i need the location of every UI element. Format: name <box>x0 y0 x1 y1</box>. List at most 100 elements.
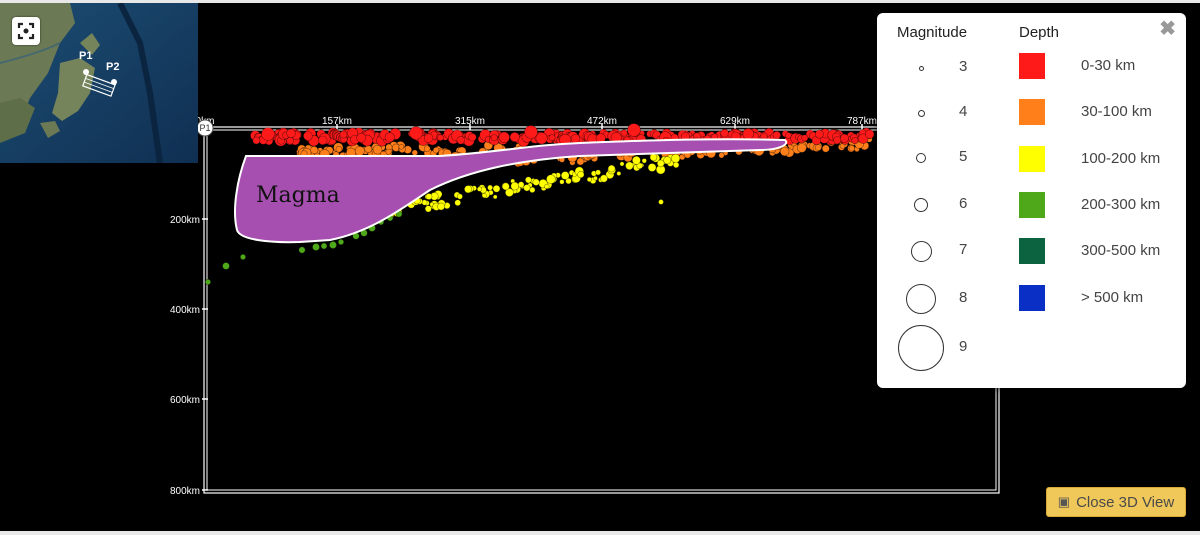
earthquake-point <box>524 125 538 139</box>
earthquake-point <box>240 254 247 261</box>
earthquake-point <box>560 171 570 180</box>
earthquake-point <box>720 128 730 138</box>
earthquake-point <box>523 184 531 192</box>
magnitude-circle <box>914 198 928 212</box>
p2-map-pin[interactable] <box>111 79 117 85</box>
overview-minimap[interactable]: P1 P2 <box>0 3 198 163</box>
earthquake-point <box>586 176 593 183</box>
earthquake-point <box>409 126 423 140</box>
earthquake-point <box>398 144 405 150</box>
earthquake-point <box>312 243 320 251</box>
earthquake-point <box>620 129 628 137</box>
earthquake-point <box>599 174 608 183</box>
magnitude-label: 9 <box>959 338 968 355</box>
earthquake-point <box>303 131 313 141</box>
earthquake-point <box>222 262 230 270</box>
depth-label: 100-200 km <box>1081 150 1161 167</box>
earthquake-point <box>356 132 367 143</box>
depth-tick-label: 600km <box>170 395 200 406</box>
earthquake-point <box>261 127 275 141</box>
earthquake-point <box>510 181 520 191</box>
magnitude-circle <box>916 153 926 163</box>
earthquake-point <box>546 174 556 184</box>
earthquake-point <box>423 145 431 152</box>
earthquake-point <box>454 199 462 206</box>
p1-marker-label: P1 <box>199 123 210 133</box>
magnitude-label: 8 <box>959 289 968 306</box>
earthquake-point <box>796 143 807 153</box>
earthquake-point <box>632 155 641 165</box>
earthquake-point <box>647 163 657 172</box>
earthquake-point <box>252 136 261 145</box>
depth-color-swatch <box>1019 192 1045 218</box>
earthquake-point <box>354 146 365 157</box>
earthquake-point <box>532 178 540 186</box>
earthquake-point <box>656 159 665 168</box>
earthquake-point <box>658 199 664 205</box>
earthquake-point <box>329 241 337 249</box>
legend-panel: ✖ Magnitude Depth 3 4 5 6 7 8 9 0-30 km 30-100 … <box>877 13 1186 388</box>
earthquake-point <box>456 193 463 200</box>
earthquake-point <box>801 134 809 142</box>
earthquake-point <box>779 146 790 157</box>
earthquake-point <box>425 193 433 200</box>
earthquake-point <box>437 202 445 211</box>
earthquake-point <box>535 132 548 145</box>
earthquake-point <box>742 128 755 140</box>
earthquake-point <box>481 193 487 199</box>
earthquake-point <box>544 183 550 190</box>
magma-label: Magma <box>256 183 340 208</box>
depth-legend-item: 100-200 km <box>1019 146 1179 172</box>
earthquake-point <box>468 133 477 142</box>
close-3d-view-button[interactable]: ▣ Close 3D View <box>1046 487 1186 517</box>
earthquake-point <box>364 145 373 153</box>
p1-map-pin[interactable] <box>83 69 89 75</box>
earthquake-point <box>490 134 498 142</box>
magnitude-circle <box>906 284 936 314</box>
depth-tick-label: 400km <box>170 305 200 316</box>
earthquake-point <box>517 181 525 188</box>
depth-axis: 200km 400km 600km 800km <box>170 215 208 497</box>
earthquake-point <box>649 153 658 162</box>
depth-color-swatch <box>1019 99 1045 125</box>
earthquake-point <box>548 134 556 142</box>
earthquake-point <box>298 246 306 254</box>
earthquake-point <box>619 161 625 167</box>
earthquake-point <box>525 176 532 184</box>
earthquake-point <box>286 128 296 139</box>
earthquake-point <box>814 144 822 151</box>
earthquake-point <box>456 136 465 145</box>
magnitude-label: 4 <box>959 103 968 120</box>
fullscreen-button[interactable] <box>12 17 40 45</box>
earthquake-point <box>424 205 432 213</box>
earthquake-point <box>815 129 824 139</box>
depth-title: Depth <box>1019 24 1060 41</box>
depth-label: 30-100 km <box>1081 103 1152 120</box>
close-3d-view-label: Close 3D View <box>1076 493 1175 511</box>
magnitude-label: 7 <box>959 241 968 258</box>
earthquake-point <box>318 135 328 146</box>
magnitude-circle <box>917 109 925 117</box>
earthquake-point <box>663 156 672 165</box>
depth-color-swatch <box>1019 53 1045 79</box>
earthquake-point <box>641 158 647 164</box>
distance-tick-label: 157km <box>322 116 352 127</box>
p1-map-label: P1 <box>79 50 92 62</box>
earthquake-point <box>821 144 830 153</box>
earthquake-point <box>864 129 875 139</box>
p2-map-label: P2 <box>106 61 119 73</box>
earthquake-point <box>627 123 641 137</box>
earthquake-point <box>335 145 343 153</box>
earthquake-point <box>577 170 585 179</box>
magnitude-circle <box>918 65 924 71</box>
earthquake-point <box>616 171 622 176</box>
earthquake-point <box>848 145 855 152</box>
depth-color-swatch <box>1019 238 1045 264</box>
close-icon[interactable]: ✖ <box>1159 18 1176 40</box>
earthquake-point <box>839 133 849 143</box>
earthquake-point <box>487 184 493 191</box>
map-3d-viewport[interactable]: 0km157km315km472km629km787km 200km400km6… <box>0 0 1200 535</box>
earthquake-point <box>337 238 345 246</box>
distance-tick-label: 787km <box>847 116 877 127</box>
earthquake-point <box>476 186 483 192</box>
